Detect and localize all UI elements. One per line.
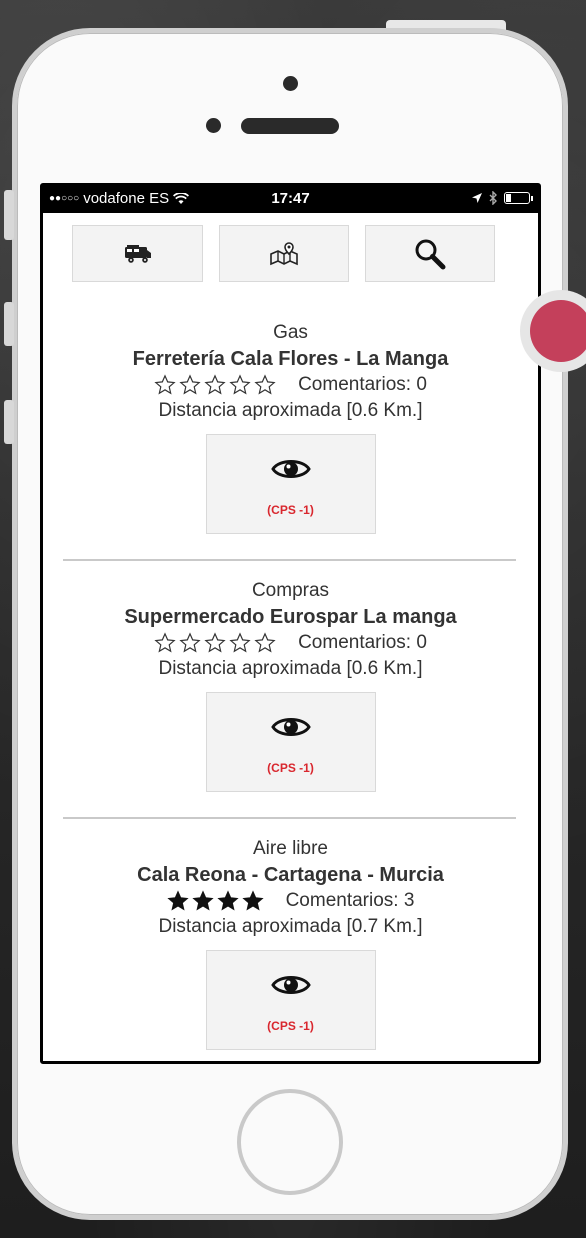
camper-button[interactable]: [72, 225, 203, 282]
app-content: Gas Ferretería Cala Flores - La Manga Co…: [43, 213, 538, 1061]
map-button[interactable]: [219, 225, 349, 282]
listing-rating-row: Comentarios: 3: [43, 888, 538, 914]
listing-name[interactable]: Supermercado Eurospar La manga: [43, 604, 538, 630]
phone-screen: ●●○○○ vodafone ES 17:47 Gas Ferretería C…: [40, 183, 541, 1064]
status-right: [471, 191, 533, 205]
view-details-button[interactable]: (CPS -1): [205, 434, 376, 534]
cps-label: (CPS -1): [267, 503, 314, 517]
front-sensor: [206, 118, 221, 133]
listing-name[interactable]: Cala Reona - Cartagena - Murcia: [43, 862, 538, 888]
rating-stars: [154, 374, 276, 396]
view-details-button[interactable]: (CPS -1): [205, 950, 376, 1050]
camera-icon: [283, 76, 298, 91]
listing-rating-row: Comentarios: 0: [43, 630, 538, 656]
star-outline-icon: [154, 374, 176, 395]
star-outline-icon: [229, 374, 251, 395]
star-filled-icon: [216, 890, 239, 911]
eye-icon: [270, 460, 311, 478]
star-outline-icon: [179, 632, 201, 653]
listings-container: Gas Ferretería Cala Flores - La Manga Co…: [43, 282, 538, 1050]
location-arrow-icon: [472, 193, 482, 203]
comments-count[interactable]: Comentarios: 0: [298, 372, 427, 398]
star-outline-icon: [229, 632, 251, 653]
star-outline-icon: [154, 632, 176, 653]
rating-stars: [166, 890, 264, 912]
listing-category: Gas: [273, 322, 308, 343]
listing-name[interactable]: Ferretería Cala Flores - La Manga: [43, 346, 538, 372]
star-filled-icon: [241, 890, 264, 911]
view-details-button[interactable]: (CPS -1): [205, 692, 376, 792]
listing-item: Aire libre Cala Reona - Cartagena - Murc…: [43, 819, 538, 1050]
floating-action-inner: [530, 300, 586, 362]
rating-stars: [154, 632, 276, 654]
camper-van-icon: [124, 244, 151, 263]
listing-rating-row: Comentarios: 0: [43, 372, 538, 398]
cps-label: (CPS -1): [267, 761, 314, 775]
star-outline-icon: [179, 374, 201, 395]
star-filled-icon: [166, 890, 189, 911]
star-outline-icon: [254, 374, 276, 395]
cps-label: (CPS -1): [267, 1019, 314, 1033]
star-outline-icon: [204, 374, 226, 395]
search-icon: [415, 239, 446, 269]
battery-icon: [504, 192, 533, 204]
map-pin-icon: [270, 241, 298, 265]
home-button[interactable]: [237, 1089, 343, 1195]
listing-distance: Distancia aproximada [0.6 Km.]: [158, 658, 423, 679]
eye-icon: [270, 976, 311, 994]
status-time: 17:47: [271, 190, 310, 207]
phone-mute-switch: [4, 190, 14, 240]
earpiece-speaker: [241, 118, 339, 134]
eye-icon: [270, 718, 311, 736]
phone-volume-down: [4, 400, 14, 444]
bluetooth-icon: [489, 191, 497, 205]
status-bar: ●●○○○ vodafone ES 17:47: [43, 186, 538, 213]
listing-distance: Distancia aproximada [0.6 Km.]: [158, 400, 423, 421]
listing-category: Compras: [251, 580, 330, 601]
comments-count[interactable]: Comentarios: 0: [298, 630, 427, 656]
phone-volume-up: [4, 302, 14, 346]
star-outline-icon: [254, 632, 276, 653]
star-filled-icon: [191, 890, 214, 911]
listing-category: Aire libre: [253, 838, 328, 859]
listing-distance: Distancia aproximada [0.7 Km.]: [158, 916, 423, 937]
listing-item: Compras Supermercado Eurospar La manga C…: [43, 561, 538, 819]
listing-item: Gas Ferretería Cala Flores - La Manga Co…: [43, 320, 538, 561]
comments-count[interactable]: Comentarios: 3: [286, 888, 415, 914]
search-button[interactable]: [365, 225, 495, 282]
star-outline-icon: [204, 632, 226, 653]
toolbar: [43, 213, 538, 282]
